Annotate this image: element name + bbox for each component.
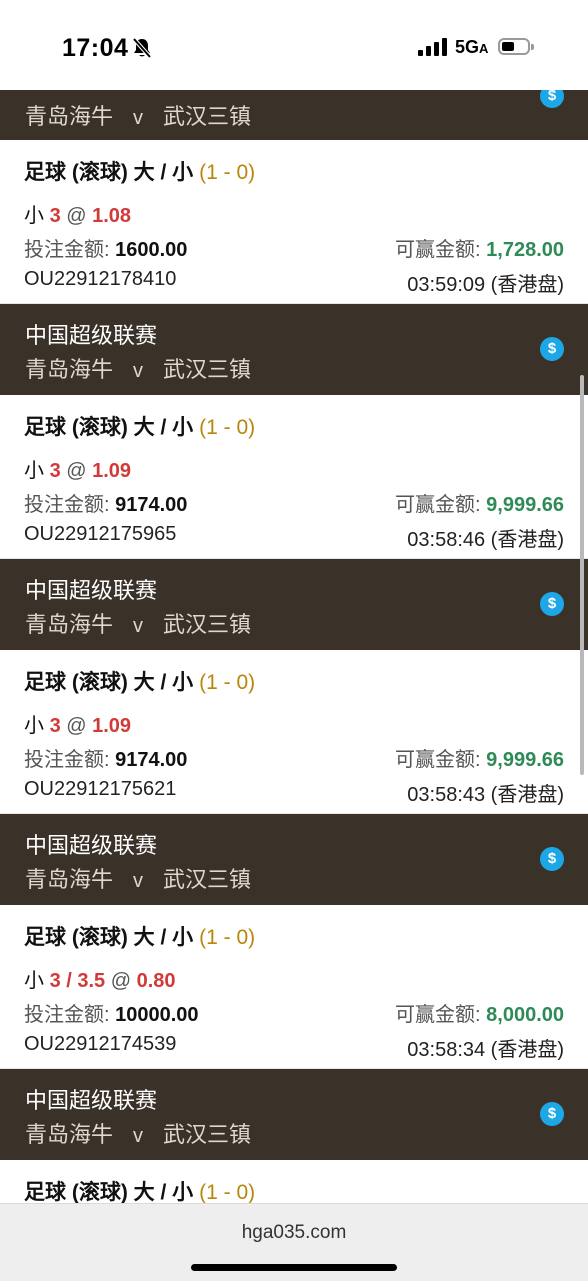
ticket-id: OU22912175965 bbox=[24, 523, 177, 545]
bet-ticket: OU22912178410 03:59:09 (香港盘) bbox=[24, 268, 564, 296]
vs-label: v bbox=[133, 107, 144, 129]
league-name: 中国超级联赛 bbox=[25, 833, 158, 858]
bell-muted-icon bbox=[132, 37, 152, 64]
away-team: 武汉三镇 bbox=[163, 104, 252, 129]
scrollbar[interactable] bbox=[580, 375, 584, 775]
bet-ticket: OU22912175965 03:58:46 (香港盘) bbox=[24, 523, 564, 551]
match-header: 中国超级联赛 青岛海牛 v 武汉三镇 $ bbox=[0, 814, 588, 905]
match-header: 中国超级联赛 青岛海牛 v 武汉三镇 $ bbox=[0, 559, 588, 650]
league-name: 中国超级联赛 bbox=[25, 1088, 158, 1113]
bet-pick: 小 3 / 3.5 @ 0.80 bbox=[24, 970, 176, 992]
away-team: 武汉三镇 bbox=[163, 612, 252, 637]
away-team: 武汉三镇 bbox=[163, 1122, 252, 1147]
bet-title: 足球 (滚球) 大 / 小 (1 - 0) bbox=[24, 416, 256, 439]
bet-pick: 小 3 @ 1.08 bbox=[24, 205, 132, 227]
stake-amount: 1600.00 bbox=[115, 239, 188, 261]
url-bar[interactable]: hga035.com bbox=[0, 1222, 588, 1244]
match-score: (1 - 0) bbox=[199, 416, 256, 439]
match-score: (1 - 0) bbox=[199, 671, 256, 694]
match-teams: 青岛海牛 v 武汉三镇 bbox=[25, 612, 252, 637]
bet-time: 03:58:43 (香港盘) bbox=[407, 784, 564, 806]
bet-ticket: OU22912175621 03:58:43 (香港盘) bbox=[24, 778, 564, 806]
match-score: (1 - 0) bbox=[199, 926, 256, 949]
win-amount: 1,728.00 bbox=[486, 239, 564, 261]
win-amount: 9,999.66 bbox=[486, 494, 564, 516]
away-team: 武汉三镇 bbox=[163, 357, 252, 382]
match-header: 中国超级联赛 青岛海牛 v 武汉三镇 $ bbox=[0, 1069, 588, 1160]
stake-amount: 10000.00 bbox=[115, 1004, 199, 1026]
bet-odds: 0.80 bbox=[136, 970, 176, 992]
match-teams: 青岛海牛 v 武汉三镇 bbox=[25, 1122, 252, 1147]
match-header: 中国超级联赛 青岛海牛 v 武汉三镇 $ bbox=[0, 304, 588, 395]
bet-title: 足球 (滚球) 大 / 小 (1 - 0) bbox=[24, 926, 256, 949]
bet-time: 03:59:09 (香港盘) bbox=[407, 274, 564, 296]
match-score: (1 - 0) bbox=[199, 161, 256, 184]
bet-odds: 1.09 bbox=[92, 460, 132, 482]
home-team: 青岛海牛 bbox=[25, 612, 114, 637]
bet-pick: 小 3 @ 1.09 bbox=[24, 460, 132, 482]
home-team: 青岛海牛 bbox=[25, 104, 114, 129]
bet-amounts: 投注金额: 9174.00 可赢金额: 9,999.66 bbox=[24, 749, 564, 771]
bet-line: 3 bbox=[49, 205, 61, 227]
league-name: 中国超级联赛 bbox=[25, 578, 158, 603]
coin-icon[interactable]: $ bbox=[540, 90, 564, 108]
coin-icon[interactable]: $ bbox=[540, 337, 564, 361]
coin-icon[interactable]: $ bbox=[540, 847, 564, 871]
bet-title: 足球 (滚球) 大 / 小 (1 - 0) bbox=[24, 1181, 256, 1203]
cellular-signal-icon bbox=[418, 38, 448, 61]
home-indicator[interactable] bbox=[191, 1264, 397, 1271]
status-bar: 17:04 5GA bbox=[0, 0, 588, 90]
bet-time: 03:58:34 (香港盘) bbox=[407, 1039, 564, 1061]
win-amount: 8,000.00 bbox=[486, 1004, 564, 1026]
bet-card: 足球 (滚球) 大 / 小 (1 - 0) bbox=[0, 1160, 588, 1203]
match-header: 青岛海牛 v 武汉三镇 $ bbox=[0, 90, 588, 140]
ticket-id: OU22912175621 bbox=[24, 778, 177, 800]
bet-amounts: 投注金额: 9174.00 可赢金额: 9,999.66 bbox=[24, 494, 564, 516]
bet-time: 03:58:46 (香港盘) bbox=[407, 529, 564, 551]
bet-card: 足球 (滚球) 大 / 小 (1 - 0) 小 3 @ 1.09 投注金额: 91… bbox=[0, 650, 588, 814]
bet-card: 足球 (滚球) 大 / 小 (1 - 0) 小 3 / 3.5 @ 0.80 投注… bbox=[0, 905, 588, 1069]
match-score: (1 - 0) bbox=[199, 1181, 256, 1203]
bet-odds: 1.08 bbox=[92, 205, 132, 227]
coin-icon[interactable]: $ bbox=[540, 1102, 564, 1126]
bet-amounts: 投注金额: 10000.00 可赢金额: 8,000.00 bbox=[24, 1004, 564, 1026]
status-time: 17:04 bbox=[62, 34, 129, 62]
ticket-id: OU22912178410 bbox=[24, 268, 177, 290]
bet-odds: 1.09 bbox=[92, 715, 132, 737]
home-team: 青岛海牛 bbox=[25, 1122, 114, 1147]
bet-card: 足球 (滚球) 大 / 小 (1 - 0) 小 3 @ 1.09 投注金额: 91… bbox=[0, 395, 588, 559]
match-teams: 青岛海牛 v 武汉三镇 bbox=[25, 357, 252, 382]
win-amount: 9,999.66 bbox=[486, 749, 564, 771]
bet-pick: 小 3 @ 1.09 bbox=[24, 715, 132, 737]
bet-ticket: OU22912174539 03:58:34 (香港盘) bbox=[24, 1033, 564, 1061]
browser-bottom-bar: hga035.com bbox=[0, 1203, 588, 1281]
network-type: 5GA bbox=[455, 37, 489, 57]
bet-line: 3 bbox=[49, 715, 61, 737]
home-team: 青岛海牛 bbox=[25, 357, 114, 382]
coin-icon[interactable]: $ bbox=[540, 592, 564, 616]
bet-title: 足球 (滚球) 大 / 小 (1 - 0) bbox=[24, 671, 256, 694]
bet-card: 足球 (滚球) 大 / 小 (1 - 0) 小 3 @ 1.08 投注金额: 16… bbox=[0, 140, 588, 304]
battery-icon bbox=[498, 38, 534, 55]
league-name: 中国超级联赛 bbox=[25, 323, 158, 348]
bet-list[interactable]: 青岛海牛 v 武汉三镇 $ 足球 (滚球) 大 / 小 (1 - 0) 小 3 @ 1… bbox=[0, 90, 588, 1203]
bet-amounts: 投注金额: 1600.00 可赢金额: 1,728.00 bbox=[24, 239, 564, 261]
ticket-id: OU22912174539 bbox=[24, 1033, 177, 1055]
bet-line: 3 bbox=[49, 460, 61, 482]
stake-amount: 9174.00 bbox=[115, 749, 188, 771]
match-teams: 青岛海牛 v 武汉三镇 bbox=[25, 867, 252, 892]
match-teams: 青岛海牛 v 武汉三镇 bbox=[25, 99, 251, 131]
away-team: 武汉三镇 bbox=[163, 867, 252, 892]
bet-line: 3 / 3.5 bbox=[49, 970, 106, 992]
home-team: 青岛海牛 bbox=[25, 867, 114, 892]
stake-amount: 9174.00 bbox=[115, 494, 188, 516]
bet-title: 足球 (滚球) 大 / 小 (1 - 0) bbox=[24, 161, 256, 184]
